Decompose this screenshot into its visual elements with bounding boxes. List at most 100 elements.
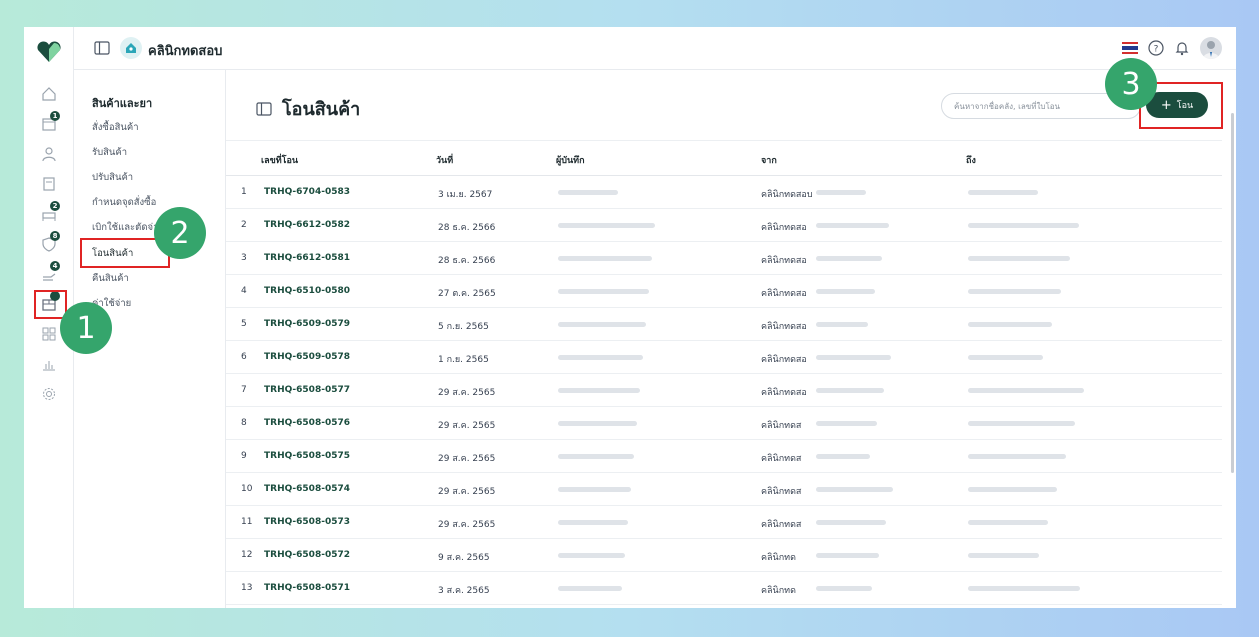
bell-icon[interactable] — [1174, 40, 1190, 56]
table-row[interactable]: 5 TRHQ-6509-0579 5 ก.ย. 2565 คลินิกทดสอ — [226, 308, 1222, 341]
transfer-code[interactable]: TRHQ-6508-0573 — [264, 517, 350, 527]
row-number: 12 — [241, 550, 253, 560]
table-row[interactable]: 10 TRHQ-6508-0574 29 ส.ค. 2565 คลินิกทดส — [226, 473, 1222, 506]
from-redacted — [816, 256, 882, 261]
subnav-title: สินค้าและยา — [92, 97, 153, 110]
help-icon[interactable]: ? — [1148, 40, 1164, 56]
hand-badge: 4 — [50, 261, 60, 271]
app-window: 1 2 8 4 คลินิกทดสอบ ? สินค้าและยา สั่งซื… — [24, 27, 1236, 608]
table-row[interactable]: 13 TRHQ-6508-0571 3 ส.ค. 2565 คลินิกทด — [226, 572, 1222, 605]
subnav-item-receive[interactable]: รับสินค้า — [92, 145, 127, 160]
transfer-from: คลินิกทดสอ — [761, 388, 807, 398]
sidebar-toggle-icon[interactable] — [94, 41, 110, 55]
transfer-code[interactable]: TRHQ-6508-0575 — [264, 451, 350, 461]
from-redacted — [816, 586, 872, 591]
recorder-redacted — [558, 388, 640, 393]
header-code[interactable]: เลขที่โอน — [261, 153, 298, 167]
transfer-code[interactable]: TRHQ-6508-0576 — [264, 418, 350, 428]
from-redacted — [816, 553, 879, 558]
to-redacted — [968, 289, 1061, 294]
subnav-item-adjust[interactable]: ปรับสินค้า — [92, 170, 133, 185]
transfer-from: คลินิกทดสอ — [761, 355, 807, 365]
transfer-table: เลขที่โอน วันที่ ผู้บันทึก จาก ถึง 1 TRHQ… — [226, 140, 1222, 605]
recorder-redacted — [558, 289, 649, 294]
to-redacted — [968, 190, 1038, 195]
table-row[interactable]: 2 TRHQ-6612-0582 28 ธ.ค. 2566 คลินิกทดสอ — [226, 209, 1222, 242]
transfer-from: คลินิกทดสอ — [761, 256, 807, 266]
document-icon[interactable] — [40, 175, 58, 193]
table-row[interactable]: 7 TRHQ-6508-0577 29 ส.ค. 2565 คลินิกทดสอ — [226, 374, 1222, 407]
transfer-date: 29 ส.ค. 2565 — [438, 487, 496, 497]
transfer-from: คลินิกทด — [761, 553, 796, 563]
header-from[interactable]: จาก — [761, 153, 777, 167]
table-row[interactable]: 1 TRHQ-6704-0583 3 เม.ย. 2567 คลินิกทดสอบ — [226, 176, 1222, 209]
to-redacted — [968, 487, 1057, 492]
home-icon[interactable] — [40, 85, 58, 103]
table-row[interactable]: 3 TRHQ-6612-0581 28 ธ.ค. 2566 คลินิกทดสอ — [226, 242, 1222, 275]
recorder-redacted — [558, 421, 637, 426]
to-redacted — [968, 421, 1075, 426]
to-redacted — [968, 553, 1039, 558]
from-redacted — [816, 454, 870, 459]
table-row[interactable]: 6 TRHQ-6509-0578 1 ก.ย. 2565 คลินิกทดสอ — [226, 341, 1222, 374]
transfer-from: คลินิกทดสอบ — [761, 190, 813, 200]
recorder-redacted — [558, 586, 622, 591]
table-row[interactable]: 8 TRHQ-6508-0576 29 ส.ค. 2565 คลินิกทดส — [226, 407, 1222, 440]
recorder-redacted — [558, 454, 634, 459]
table-row[interactable]: 9 TRHQ-6508-0575 29 ส.ค. 2565 คลินิกทดส — [226, 440, 1222, 473]
transfer-code[interactable]: TRHQ-6612-0581 — [264, 253, 350, 263]
transfer-date: 27 ต.ค. 2565 — [438, 289, 496, 299]
row-number: 11 — [241, 517, 253, 527]
transfer-from: คลินิกทดสอ — [761, 322, 807, 332]
to-redacted — [968, 223, 1079, 228]
header-to[interactable]: ถึง — [966, 153, 976, 167]
header-date[interactable]: วันที่ — [436, 153, 453, 167]
transfer-date: 1 ก.ย. 2565 — [438, 355, 489, 365]
transfer-from: คลินิกทดส — [761, 454, 802, 464]
transfer-code[interactable]: TRHQ-6508-0572 — [264, 550, 350, 560]
step-2-marker: 2 — [154, 207, 206, 259]
transfer-code[interactable]: TRHQ-6508-0574 — [264, 484, 350, 494]
user-avatar[interactable] — [1200, 37, 1222, 59]
row-number: 3 — [241, 253, 247, 263]
gear-icon[interactable] — [40, 385, 58, 403]
transfer-code[interactable]: TRHQ-6508-0571 — [264, 583, 350, 593]
recorder-redacted — [558, 487, 631, 492]
transfer-code[interactable]: TRHQ-6612-0582 — [264, 220, 350, 230]
transfer-code[interactable]: TRHQ-6704-0583 — [264, 187, 350, 197]
to-redacted — [968, 520, 1048, 525]
subnav-item-purchase[interactable]: สั่งซื้อสินค้า — [92, 120, 139, 135]
step-1-marker: 1 — [60, 302, 112, 354]
transfer-code[interactable]: TRHQ-6508-0577 — [264, 385, 350, 395]
subnav-item-reorder-point[interactable]: กำหนดจุดสั่งซื้อ — [92, 195, 156, 210]
table-row[interactable]: 11 TRHQ-6508-0573 29 ส.ค. 2565 คลินิกทดส — [226, 506, 1222, 539]
transfer-date: 5 ก.ย. 2565 — [438, 322, 489, 332]
transfer-code[interactable]: TRHQ-6509-0579 — [264, 319, 350, 329]
table-row[interactable]: 12 TRHQ-6508-0572 9 ส.ค. 2565 คลินิกทด — [226, 539, 1222, 572]
scrollbar[interactable] — [1231, 113, 1234, 473]
thai-flag-icon[interactable] — [1122, 42, 1138, 54]
transfer-code[interactable]: TRHQ-6510-0580 — [264, 286, 350, 296]
table-body: 1 TRHQ-6704-0583 3 เม.ย. 2567 คลินิกทดสอบ 2 T… — [226, 176, 1222, 605]
report-chart-icon[interactable] — [40, 355, 58, 373]
from-redacted — [816, 289, 875, 294]
heart-logo-icon[interactable] — [36, 41, 62, 63]
from-redacted — [816, 421, 877, 426]
transfer-from: คลินิกทดสอ — [761, 223, 807, 233]
transfer-code[interactable]: TRHQ-6509-0578 — [264, 352, 350, 362]
header-recorder[interactable]: ผู้บันทึก — [556, 153, 585, 167]
page-title: โอนสินค้า — [282, 99, 361, 120]
panel-icon — [256, 101, 272, 116]
transfer-from: คลินิกทด — [761, 586, 796, 596]
table-row[interactable]: 4 TRHQ-6510-0580 27 ต.ค. 2565 คลินิกทดสอ — [226, 275, 1222, 308]
user-icon[interactable] — [40, 145, 58, 163]
recorder-redacted — [558, 256, 652, 261]
clinic-logo-icon — [120, 37, 142, 59]
subnav-item-return[interactable]: คืนสินค้า — [92, 271, 129, 286]
apps-icon[interactable] — [40, 325, 58, 343]
transfer-date: 29 ส.ค. 2565 — [438, 421, 496, 431]
transfer-from: คลินิกทดส — [761, 520, 802, 530]
from-redacted — [816, 190, 866, 195]
transfer-date: 29 ส.ค. 2565 — [438, 520, 496, 530]
from-redacted — [816, 388, 884, 393]
